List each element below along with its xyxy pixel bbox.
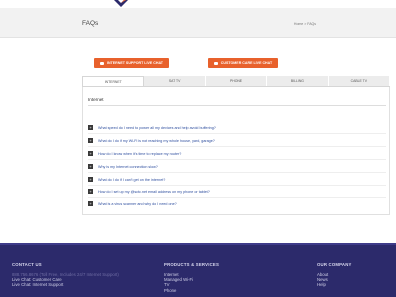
divider bbox=[88, 185, 386, 186]
faq-item[interactable]: + How do I set up my @sctc.net email add… bbox=[88, 188, 386, 195]
divider bbox=[88, 172, 386, 173]
category-heading: Internet bbox=[88, 97, 104, 102]
divider bbox=[88, 197, 386, 198]
footer-product-link[interactable]: Phone bbox=[164, 288, 219, 293]
plus-icon: + bbox=[88, 138, 93, 143]
page-title: FAQs bbox=[82, 20, 99, 27]
divider bbox=[88, 105, 386, 106]
divider bbox=[88, 146, 386, 147]
faq-item[interactable]: + How do I know when it's time to replac… bbox=[88, 150, 386, 157]
faq-item[interactable]: + Why is my Internet connection slow? bbox=[88, 163, 386, 170]
footer-products-column: PRODUCTS & SERVICES Internet Managed Wi-… bbox=[164, 262, 219, 293]
footer-contact-heading: CONTACT US bbox=[12, 262, 42, 267]
tab-internet[interactable]: INTERNET bbox=[82, 76, 145, 86]
divider bbox=[88, 133, 386, 134]
faq-item[interactable]: + What is a virus scanner and why do I n… bbox=[88, 200, 386, 207]
internet-support-chat-label: INTERNET SUPPORT LIVE CHAT bbox=[106, 61, 164, 65]
divider bbox=[88, 159, 386, 160]
plus-icon: + bbox=[88, 189, 93, 194]
faq-question: What is a virus scanner and why do I nee… bbox=[98, 201, 177, 206]
faq-question: What speed do I need to power all my dev… bbox=[98, 125, 216, 130]
faq-question: How do I set up my @sctc.net email addre… bbox=[98, 189, 210, 194]
plus-icon: + bbox=[88, 201, 93, 206]
plus-icon: + bbox=[88, 164, 93, 169]
faq-item[interactable]: + What do I do if I can't get on the int… bbox=[88, 176, 386, 183]
faq-item[interactable]: + What speed do I need to power all my d… bbox=[88, 124, 386, 131]
faq-panel: Internet + What speed do I need to power… bbox=[82, 87, 390, 215]
footer-internet-support-link[interactable]: Live Chat: Internet Support bbox=[12, 282, 119, 287]
chat-icon bbox=[99, 61, 104, 65]
faq-tabs: INTERNET SAT TV PHONE BILLING CABLE TV bbox=[82, 76, 391, 87]
footer-company-link[interactable]: Help bbox=[317, 282, 352, 287]
faq-question: What do I do if my Wi-Fi is not reaching… bbox=[98, 138, 215, 143]
footer-company-column: OUR COMPANY About News Help bbox=[317, 262, 352, 288]
faq-item[interactable]: + What do I do if my Wi-Fi is not reachi… bbox=[88, 137, 386, 144]
customer-care-chat-label: CUSTOMER CARE LIVE CHAT bbox=[220, 61, 273, 65]
breadcrumb[interactable]: Home > FAQs bbox=[294, 22, 316, 26]
footer-contact-column: CONTACT US 888.756.8676 (Toll Free, Incl… bbox=[12, 262, 119, 288]
plus-icon: + bbox=[88, 177, 93, 182]
internet-support-chat-button[interactable]: INTERNET SUPPORT LIVE CHAT bbox=[94, 58, 169, 68]
footer-accent-bar bbox=[0, 243, 396, 245]
tab-cable-tv[interactable]: CABLE TV bbox=[328, 76, 391, 86]
chat-icon bbox=[213, 61, 218, 65]
footer-products-heading: PRODUCTS & SERVICES bbox=[164, 262, 220, 267]
faq-question: Why is my Internet connection slow? bbox=[98, 164, 158, 169]
faq-question: How do I know when it's time to replace … bbox=[98, 151, 182, 156]
top-bar bbox=[0, 0, 396, 8]
tab-phone[interactable]: PHONE bbox=[205, 76, 268, 86]
customer-care-chat-button[interactable]: CUSTOMER CARE LIVE CHAT bbox=[208, 58, 278, 68]
faq-question: What do I do if I can't get on the inter… bbox=[98, 177, 166, 182]
tab-sat-tv[interactable]: SAT TV bbox=[144, 76, 206, 86]
page-header: FAQs Home > FAQs bbox=[0, 8, 396, 38]
plus-icon: + bbox=[88, 151, 93, 156]
logo-icon[interactable] bbox=[112, 0, 130, 8]
plus-icon: + bbox=[88, 125, 93, 130]
footer-company-heading: OUR COMPANY bbox=[317, 262, 352, 267]
tab-billing[interactable]: BILLING bbox=[267, 76, 329, 86]
